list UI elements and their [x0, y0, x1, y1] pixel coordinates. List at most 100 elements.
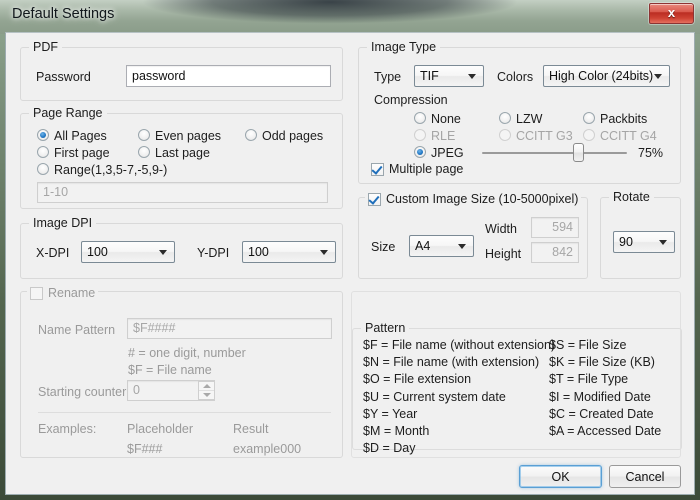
height-input[interactable]: 842 [531, 242, 579, 263]
example-placeholder-value: $F### [127, 442, 163, 456]
size-value: A4 [415, 239, 431, 253]
y-dpi-value: 100 [248, 245, 269, 259]
radio-first-page[interactable]: First page [37, 146, 110, 160]
hint-filename: $F = File name [128, 363, 212, 377]
group-pattern-legend: Pattern [361, 321, 410, 335]
width-label: Width [485, 222, 517, 236]
x-dpi-select[interactable]: 100 [81, 241, 175, 263]
close-button[interactable]: x [649, 3, 694, 24]
title-bar[interactable]: Default Settings x [0, 0, 700, 32]
pattern-left-0: $F = File name (without extension) [363, 338, 556, 352]
radio-compression-rle: RLE [414, 129, 455, 143]
starting-counter-stepper[interactable] [198, 381, 215, 400]
jpeg-quality-slider-thumb[interactable] [573, 143, 584, 162]
compression-label: Compression [374, 93, 448, 107]
radio-compression-ccitt-g3: CCITT G3 [499, 129, 573, 143]
group-page-range-legend: Page Range [29, 106, 107, 120]
radio-compression-packbits[interactable]: Packbits [583, 112, 647, 126]
chevron-down-icon [468, 74, 476, 79]
caret-down-icon [202, 392, 211, 397]
pattern-left-6: $D = Day [363, 441, 416, 455]
group-custom-image-size: Custom Image Size (10-5000pixel) Size A4… [358, 190, 588, 279]
group-pattern-outer: Pattern $F = File name (without extensio… [351, 291, 682, 458]
chevron-down-icon [659, 240, 667, 245]
password-label: Password [36, 70, 91, 84]
starting-counter-label: Starting counter [38, 385, 127, 399]
stepper-up-button[interactable] [199, 382, 214, 391]
jpeg-quality-value: 75% [638, 146, 664, 160]
rotate-select[interactable]: 90 [613, 231, 675, 253]
radio-compression-ccitt-g4: CCITT G4 [583, 129, 657, 143]
dialog-window: Default Settings x PDF Password password… [0, 0, 700, 500]
type-label: Type [374, 70, 402, 84]
group-image-dpi-legend: Image DPI [29, 216, 97, 230]
x-dpi-label: X-DPI [36, 246, 70, 260]
pattern-right-1: $K = File Size (KB) [549, 355, 655, 369]
group-image-type-legend: Image Type [367, 40, 441, 54]
stepper-down-button[interactable] [199, 391, 214, 400]
group-rename: Rename Name Pattern $F#### # = one digit… [20, 284, 343, 458]
radio-odd-pages[interactable]: Odd pages [245, 129, 323, 143]
colors-select[interactable]: High Color (24bits) [543, 65, 670, 87]
caret-up-icon [202, 383, 211, 388]
close-icon: x [667, 5, 676, 20]
radio-last-page[interactable]: Last page [138, 146, 210, 160]
radio-compression-jpeg[interactable]: JPEG [414, 146, 464, 160]
group-image-type: Image Type Type TIF Colors High Color (2… [358, 40, 681, 184]
group-custom-size-legend-wrap: Custom Image Size (10-5000pixel) [365, 190, 582, 206]
name-pattern-label: Name Pattern [38, 323, 116, 337]
chevron-down-icon [458, 244, 466, 249]
jpeg-quality-slider-track[interactable] [482, 152, 627, 154]
group-rotate: Rotate 90 [600, 190, 681, 279]
window-title: Default Settings [12, 6, 115, 22]
password-input[interactable]: password [126, 65, 331, 87]
custom-image-size-checkbox[interactable]: Custom Image Size (10-5000pixel) [368, 193, 578, 206]
hint-digit: # = one digit, number [128, 346, 246, 360]
rename-checkbox[interactable]: Rename [30, 287, 95, 300]
examples-col-result: Result [233, 422, 269, 436]
name-pattern-input[interactable]: $F#### [127, 318, 332, 339]
height-label: Height [485, 247, 522, 261]
cancel-button[interactable]: Cancel [609, 465, 681, 488]
y-dpi-label: Y-DPI [197, 246, 230, 260]
radio-even-pages[interactable]: Even pages [138, 129, 221, 143]
pattern-left-5: $M = Month [363, 424, 430, 438]
pattern-right-0: $S = File Size [549, 338, 627, 352]
size-label: Size [371, 240, 396, 254]
group-image-dpi: Image DPI X-DPI 100 Y-DPI 100 [20, 216, 343, 279]
group-page-range: Page Range All Pages Even pages Odd page… [20, 106, 343, 209]
radio-all-pages[interactable]: All Pages [37, 129, 107, 143]
y-dpi-select[interactable]: 100 [242, 241, 336, 263]
pattern-right-2: $T = File Type [549, 372, 629, 386]
width-input[interactable]: 594 [531, 217, 579, 238]
radio-range[interactable]: Range(1,3,5-7,-5,9-) [37, 163, 167, 177]
group-pattern: Pattern $F = File name (without extensio… [352, 321, 682, 455]
examples-label: Examples: [38, 422, 97, 436]
radio-compression-lzw[interactable]: LZW [499, 112, 542, 126]
chevron-down-icon [654, 74, 662, 79]
colors-value: High Color (24bits) [549, 69, 654, 83]
range-input[interactable]: 1-10 [37, 182, 328, 203]
pattern-left-4: $Y = Year [363, 407, 418, 421]
x-dpi-value: 100 [87, 245, 108, 259]
group-pdf: PDF Password password [20, 40, 343, 101]
group-rename-legend-wrap: Rename [27, 284, 99, 300]
type-select[interactable]: TIF [414, 65, 484, 87]
size-select[interactable]: A4 [409, 235, 474, 257]
pattern-right-5: $A = Accessed Date [549, 424, 662, 438]
pattern-right-3: $I = Modified Date [549, 390, 651, 404]
example-result-value: example000 [233, 442, 302, 456]
pattern-left-2: $O = File extension [363, 372, 472, 386]
chevron-down-icon [320, 250, 328, 255]
rename-divider [38, 412, 331, 413]
ok-button[interactable]: OK [519, 465, 602, 488]
dialog-client-area: PDF Password password Page Range All Pag… [5, 32, 695, 495]
group-pdf-legend: PDF [29, 40, 62, 54]
colors-label: Colors [497, 70, 534, 84]
pattern-right-4: $C = Created Date [549, 407, 654, 421]
multiple-page-checkbox[interactable]: Multiple page [371, 163, 463, 176]
examples-col-placeholder: Placeholder [127, 422, 194, 436]
pattern-left-3: $U = Current system date [363, 390, 506, 404]
rotate-value: 90 [619, 235, 633, 249]
radio-compression-none[interactable]: None [414, 112, 461, 126]
